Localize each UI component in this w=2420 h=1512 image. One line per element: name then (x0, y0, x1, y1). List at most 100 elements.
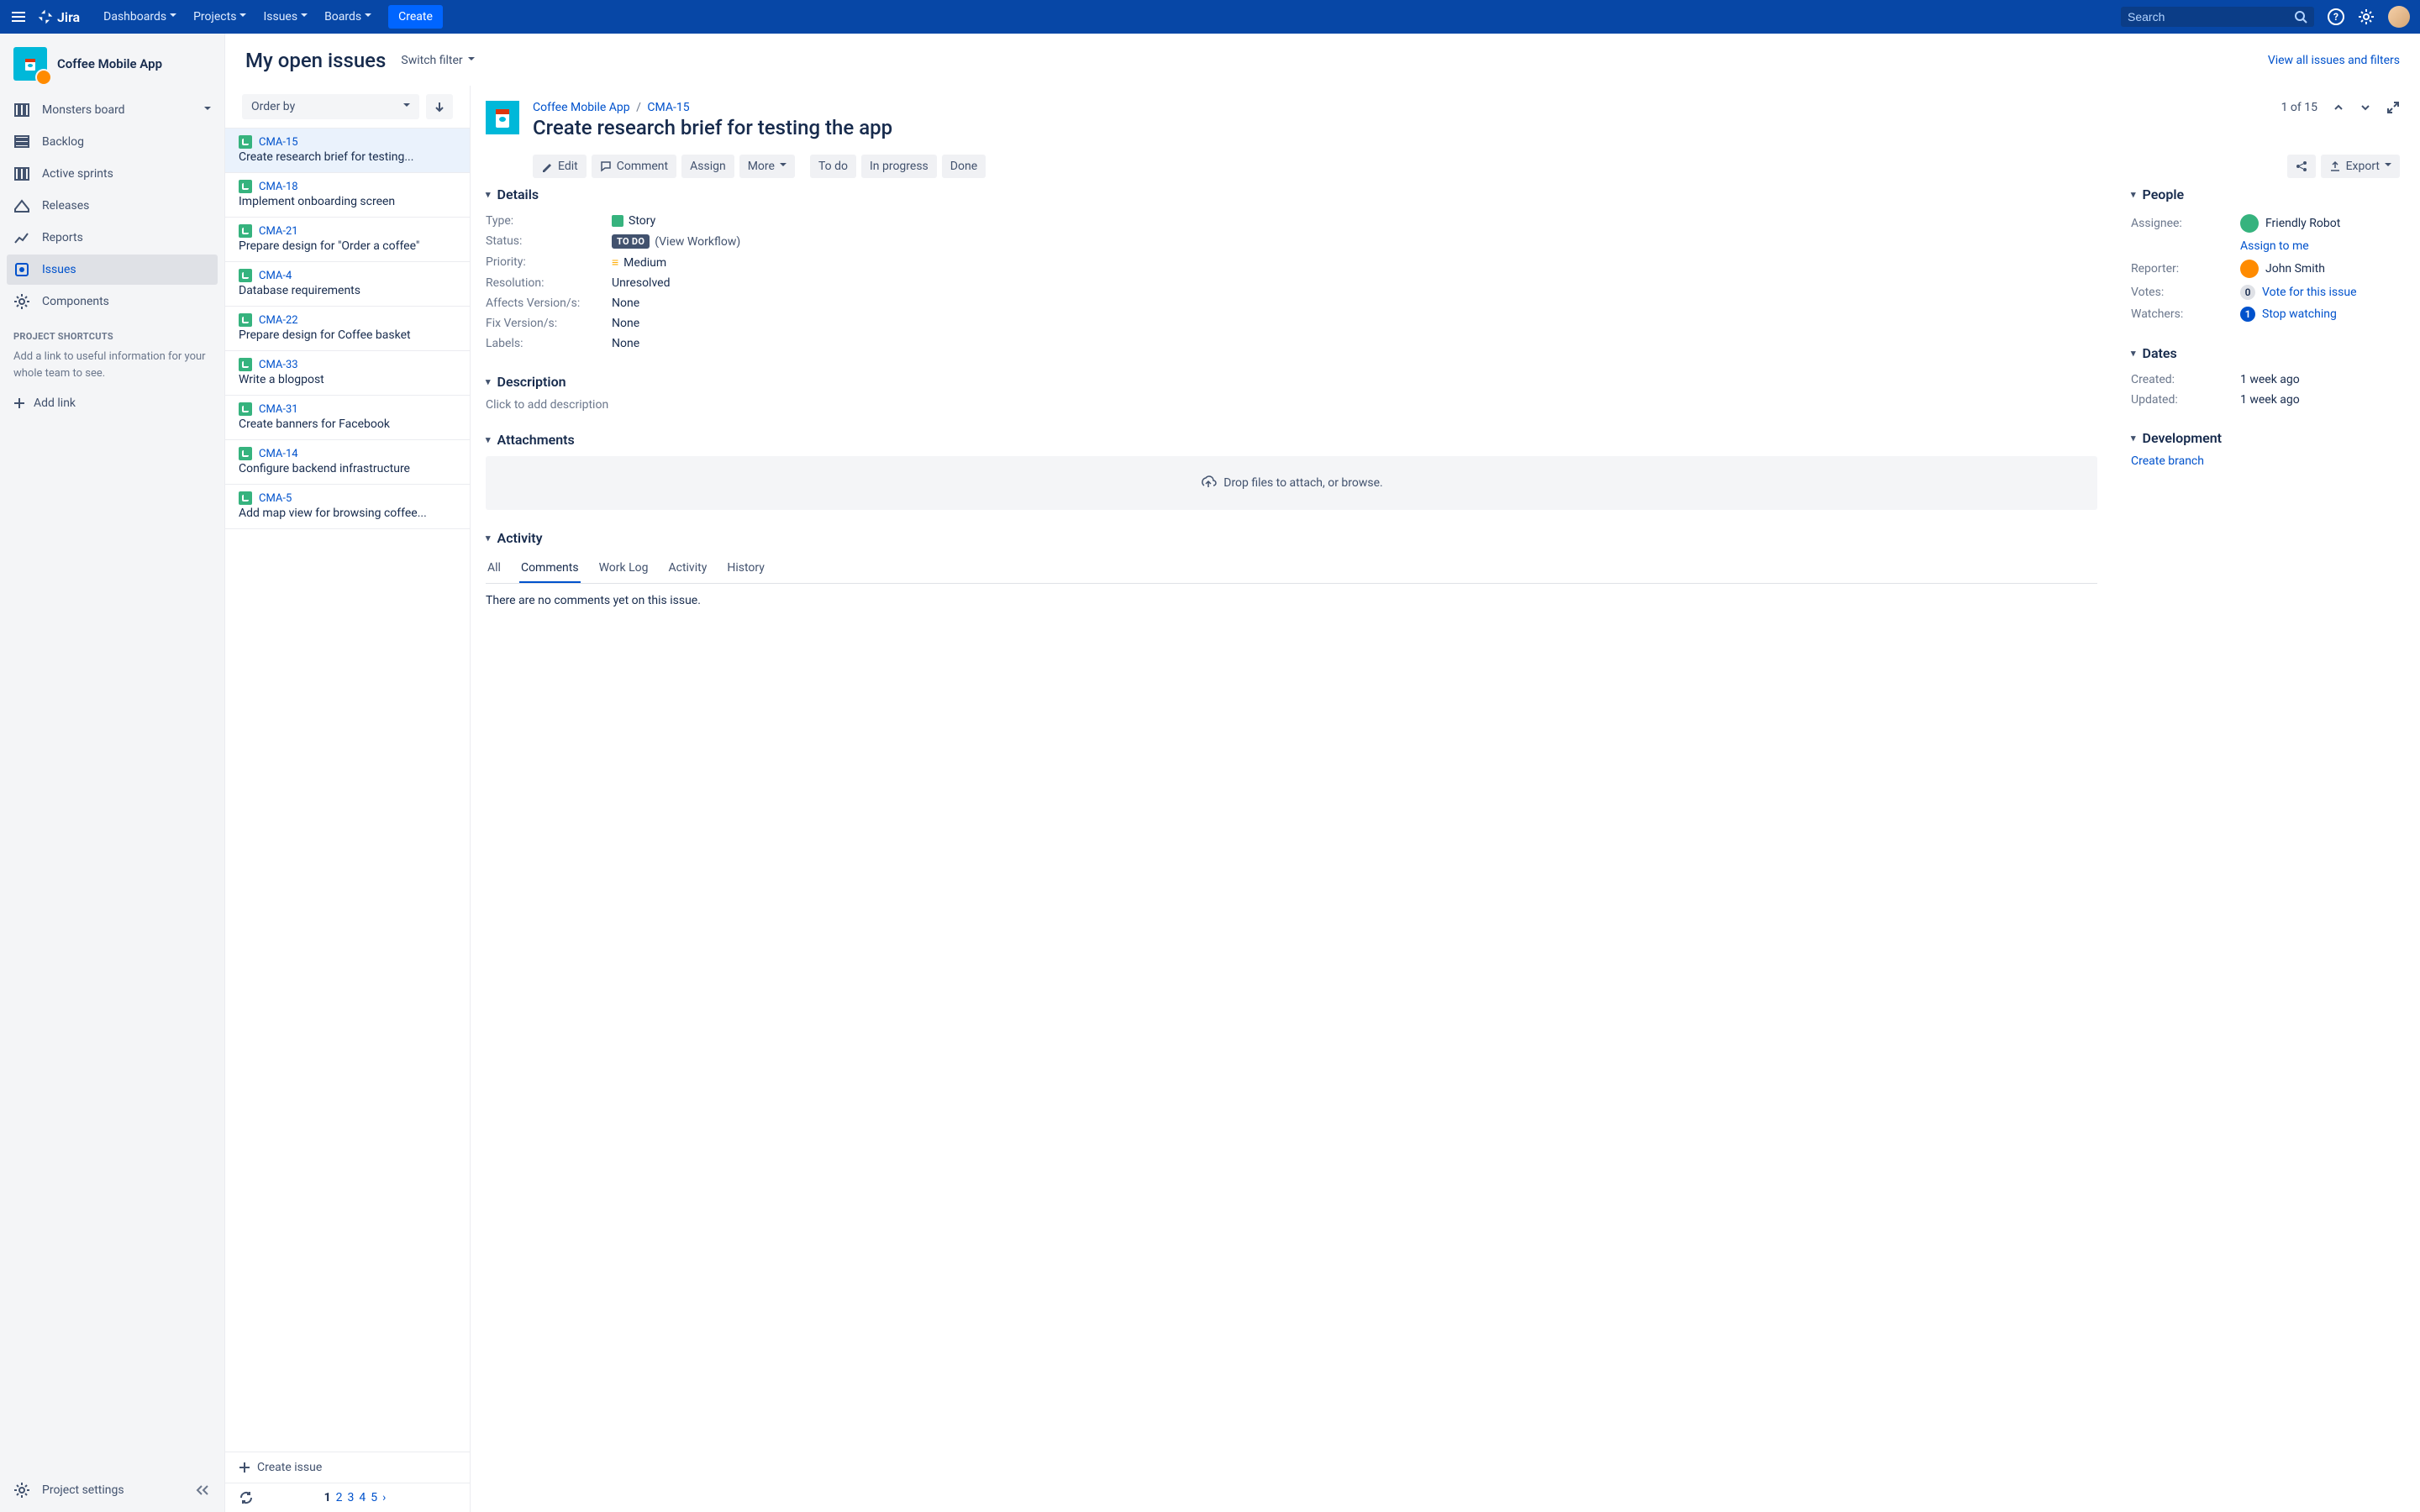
chevron-down-icon (780, 160, 786, 173)
export-button[interactable]: Export (2321, 155, 2400, 178)
issue-item[interactable]: CMA-15Create research brief for testing.… (225, 129, 470, 173)
issue-item[interactable]: CMA-31Create banners for Facebook (225, 396, 470, 440)
sidebar-item-reports[interactable]: Reports (7, 223, 218, 253)
tab-worklog[interactable]: Work Log (597, 554, 650, 583)
project-sidebar: Coffee Mobile App Monsters board Backlog… (0, 34, 225, 1512)
backlog-icon (13, 134, 30, 150)
status-inprogress-button[interactable]: In progress (861, 155, 937, 178)
activity-section-header[interactable]: ▾Activity (486, 530, 2097, 546)
menu-issues[interactable]: Issues (256, 5, 314, 29)
menu-boards[interactable]: Boards (318, 5, 378, 29)
tab-comments[interactable]: Comments (519, 554, 581, 583)
votes-count: 0 (2240, 285, 2255, 300)
search-input[interactable] (2128, 10, 2294, 24)
sidebar-item-issues[interactable]: Issues (7, 255, 218, 285)
page-4[interactable]: 4 (359, 1491, 366, 1504)
page-next[interactable]: › (382, 1491, 386, 1504)
description-placeholder[interactable]: Click to add description (486, 398, 2097, 412)
assign-button[interactable]: Assign (681, 155, 734, 178)
field-label: Priority: (486, 255, 612, 270)
sidebar-item-backlog[interactable]: Backlog (7, 127, 218, 157)
view-all-link[interactable]: View all issues and filters (2268, 54, 2400, 67)
details-section-header[interactable]: ▾Details (486, 186, 2097, 202)
issue-item[interactable]: CMA-21Prepare design for "Order a coffee… (225, 218, 470, 262)
app-switcher-icon[interactable] (10, 8, 27, 25)
status-badge: TO DO (612, 234, 650, 249)
project-header[interactable]: Coffee Mobile App (7, 47, 218, 94)
switch-filter-dropdown[interactable]: Switch filter (401, 54, 474, 67)
issue-item[interactable]: CMA-18Implement onboarding screen (225, 173, 470, 218)
issue-item[interactable]: CMA-33Write a blogpost (225, 351, 470, 396)
project-settings-link[interactable]: Project settings (7, 1475, 218, 1505)
issue-item[interactable]: CMA-14Configure backend infrastructure (225, 440, 470, 485)
create-button[interactable]: Create (388, 5, 443, 29)
create-branch-link[interactable]: Create branch (2131, 454, 2204, 468)
chevron-down-icon (403, 100, 410, 113)
more-button[interactable]: More (739, 155, 795, 178)
development-section-header[interactable]: ▾Development (2131, 430, 2400, 446)
field-label: Reporter: (2131, 262, 2240, 276)
vote-link[interactable]: Vote for this issue (2262, 286, 2357, 299)
search-box[interactable] (2121, 7, 2314, 27)
issue-title: Create research brief for testing the ap… (533, 116, 892, 139)
issue-item[interactable]: CMA-5Add map view for browsing coffee... (225, 485, 470, 529)
tab-history[interactable]: History (725, 554, 766, 583)
breadcrumb: Coffee Mobile App / CMA-15 (533, 101, 892, 114)
next-issue-icon[interactable] (2360, 102, 2371, 113)
menu-projects[interactable]: Projects (187, 5, 253, 29)
issue-detail: Coffee Mobile App / CMA-15 Create resear… (471, 86, 2420, 1512)
issue-item[interactable]: CMA-22Prepare design for Coffee basket (225, 307, 470, 351)
expand-icon[interactable] (2386, 101, 2400, 114)
sort-direction-button[interactable] (426, 94, 453, 119)
comment-icon (600, 160, 612, 172)
chevron-down-icon (2385, 160, 2391, 173)
order-by-dropdown[interactable]: Order by (242, 94, 419, 119)
breadcrumb-key[interactable]: CMA-15 (647, 101, 689, 114)
issue-list: CMA-15Create research brief for testing.… (225, 128, 470, 1452)
issue-item[interactable]: CMA-4Database requirements (225, 262, 470, 307)
field-label: Created: (2131, 373, 2240, 386)
sidebar-item-board[interactable]: Monsters board (7, 95, 218, 125)
refresh-icon[interactable] (239, 1490, 254, 1505)
sidebar-item-components[interactable]: Components (7, 286, 218, 317)
chevron-down-icon: ▾ (2131, 348, 2136, 359)
top-menu: Dashboards Projects Issues Boards Create (97, 5, 443, 29)
status-done-button[interactable]: Done (942, 155, 986, 178)
add-link-button[interactable]: Add link (7, 391, 218, 415)
dates-section-header[interactable]: ▾Dates (2131, 345, 2400, 361)
jira-logo[interactable]: Jira (37, 8, 80, 25)
tab-all[interactable]: All (486, 554, 502, 583)
settings-icon[interactable] (2358, 8, 2375, 25)
status-todo-button[interactable]: To do (810, 155, 856, 178)
tab-activity[interactable]: Activity (666, 554, 708, 583)
share-button[interactable] (2287, 155, 2316, 178)
edit-button[interactable]: Edit (533, 155, 587, 178)
attachments-section-header[interactable]: ▾Attachments (486, 432, 2097, 448)
menu-dashboards[interactable]: Dashboards (97, 5, 183, 29)
page-2[interactable]: 2 (336, 1491, 343, 1504)
people-section-header[interactable]: ▾People (2131, 186, 2400, 202)
user-avatar[interactable] (2388, 6, 2410, 28)
assign-to-me-link[interactable]: Assign to me (2240, 239, 2309, 253)
pagination: 1 2 3 4 5 › (324, 1491, 387, 1504)
description-section-header[interactable]: ▾Description (486, 374, 2097, 390)
reports-icon (13, 229, 30, 246)
sidebar-item-releases[interactable]: Releases (7, 191, 218, 221)
breadcrumb-project[interactable]: Coffee Mobile App (533, 101, 630, 114)
field-label: Watchers: (2131, 307, 2240, 321)
comment-button[interactable]: Comment (592, 155, 676, 178)
plus-icon (13, 397, 25, 409)
page-1[interactable]: 1 (324, 1491, 331, 1504)
share-icon (2296, 160, 2307, 172)
create-issue-button[interactable]: Create issue (225, 1452, 470, 1483)
attachment-dropzone[interactable]: Drop files to attach, or browse. (486, 456, 2097, 510)
collapse-sidebar-icon[interactable] (194, 1482, 211, 1499)
page-5[interactable]: 5 (371, 1491, 377, 1504)
sidebar-item-sprints[interactable]: Active sprints (7, 159, 218, 189)
help-icon[interactable]: ? (2328, 8, 2344, 25)
view-workflow-link[interactable]: (View Workflow) (655, 235, 740, 249)
watch-link[interactable]: Stop watching (2262, 307, 2337, 321)
page-3[interactable]: 3 (348, 1491, 355, 1504)
prev-issue-icon[interactable] (2333, 102, 2344, 113)
watchers-count: 1 (2240, 307, 2255, 322)
